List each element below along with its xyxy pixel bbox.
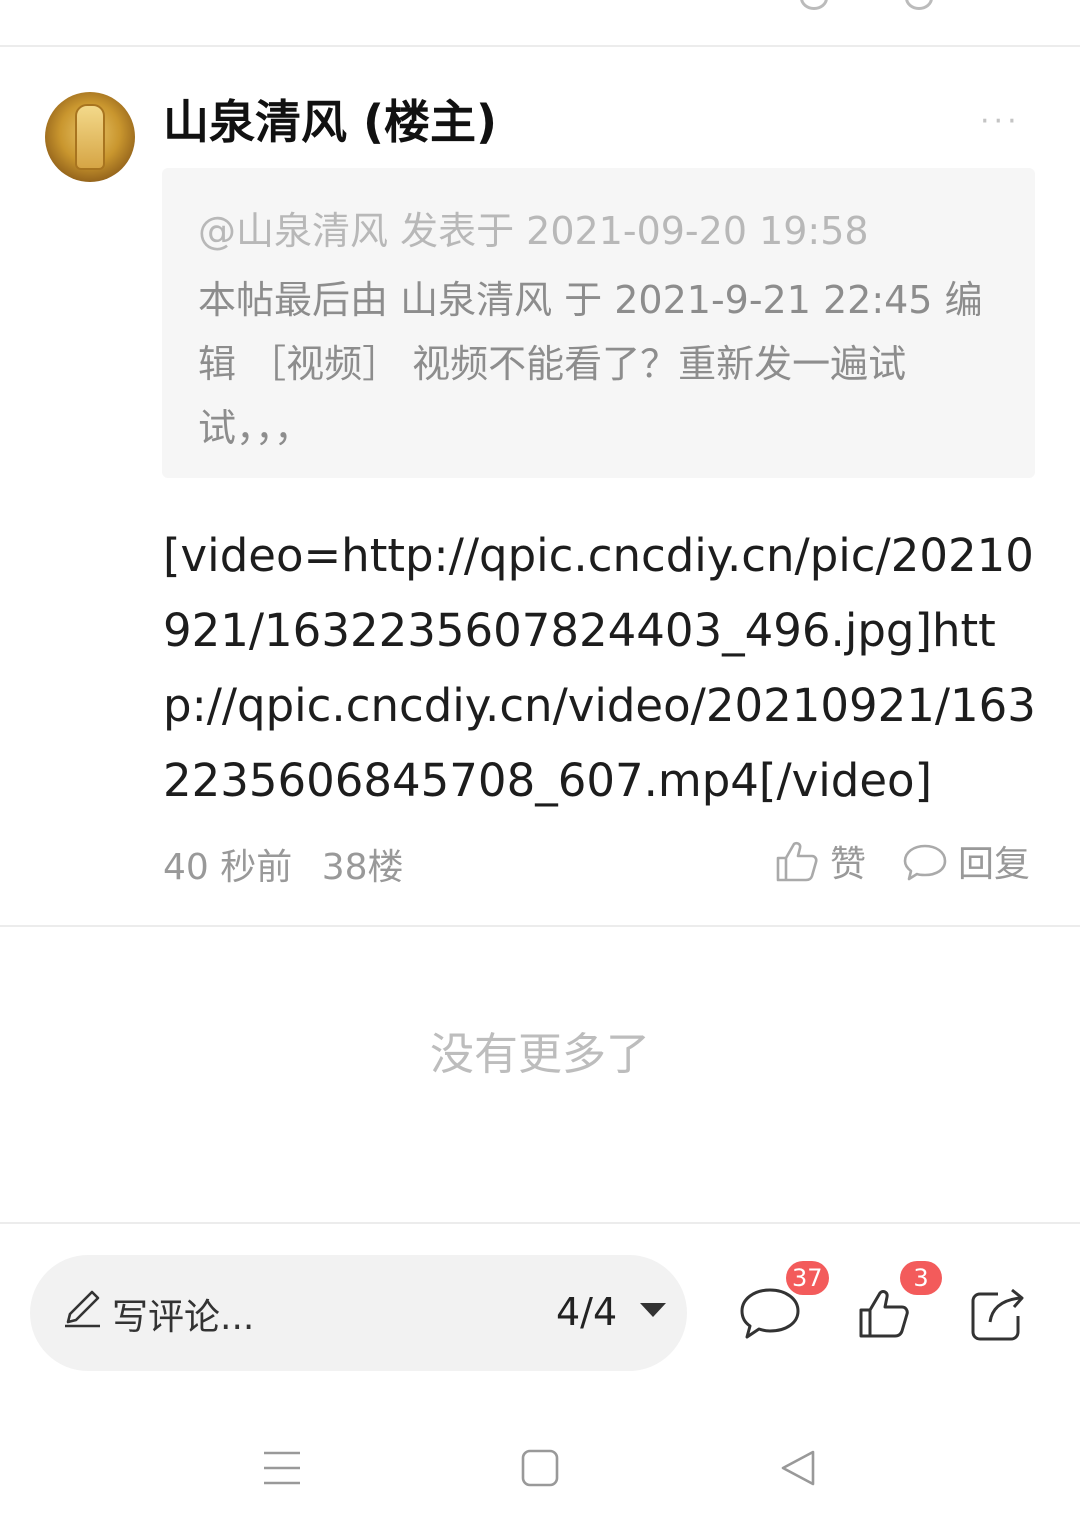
author-name[interactable]: 山泉清风 (楼主) xyxy=(163,86,497,152)
pencil-icon xyxy=(65,1290,100,1328)
divider xyxy=(0,45,1080,47)
chevron-down-icon[interactable] xyxy=(640,1303,666,1317)
reply-label: 回复 xyxy=(958,844,1031,885)
divider xyxy=(0,925,1080,927)
back-triangle-icon xyxy=(781,1450,815,1486)
like-button[interactable]: 赞 xyxy=(774,836,866,886)
post-time: 40 秒前 xyxy=(163,847,293,888)
nav-menu-button[interactable] xyxy=(262,1448,302,1488)
comment-bubble-icon xyxy=(740,1288,800,1339)
nav-back-button[interactable] xyxy=(779,1448,819,1488)
avatar-figure xyxy=(75,104,105,170)
comment-placeholder[interactable]: 写评论... xyxy=(112,1288,254,1340)
like-count-badge: 3 xyxy=(900,1261,942,1295)
nav-home-button[interactable] xyxy=(521,1449,559,1487)
partial-icon-left xyxy=(800,0,828,10)
share-button[interactable] xyxy=(968,1284,1028,1344)
post-floor: 38楼 xyxy=(321,847,404,888)
avatar[interactable] xyxy=(45,92,135,182)
comment-bubble-icon xyxy=(903,844,947,881)
quote-body: 本帖最后由 山泉清风 于 2021-9-21 22:45 编辑 ［视频］ 视频不… xyxy=(198,278,983,450)
quote-header: @山泉清风 发表于 2021-09-20 19:58 xyxy=(198,209,869,253)
share-icon xyxy=(971,1288,1024,1341)
page-indicator[interactable]: 4/4 xyxy=(556,1290,617,1334)
thumbs-up-icon xyxy=(859,1290,909,1338)
post-content: [video=http://qpic.cncdiy.cn/pic/2021092… xyxy=(163,529,1036,807)
end-of-list-text: 没有更多了 xyxy=(430,1029,650,1080)
post-meta: 40 秒前 38楼 xyxy=(163,838,422,890)
home-square-icon xyxy=(521,1449,559,1487)
like-post-button[interactable] xyxy=(856,1286,912,1342)
menu-icon xyxy=(264,1451,300,1485)
divider xyxy=(0,1222,1080,1224)
reply-button[interactable]: 回复 xyxy=(902,836,1030,886)
comment-count-badge: 37 xyxy=(786,1261,829,1295)
thumbs-up-icon xyxy=(776,841,818,882)
comments-button[interactable] xyxy=(738,1284,802,1344)
partial-icon-right xyxy=(905,0,933,10)
like-label: 赞 xyxy=(830,844,867,885)
more-options-icon[interactable]: ··· xyxy=(980,104,1021,139)
